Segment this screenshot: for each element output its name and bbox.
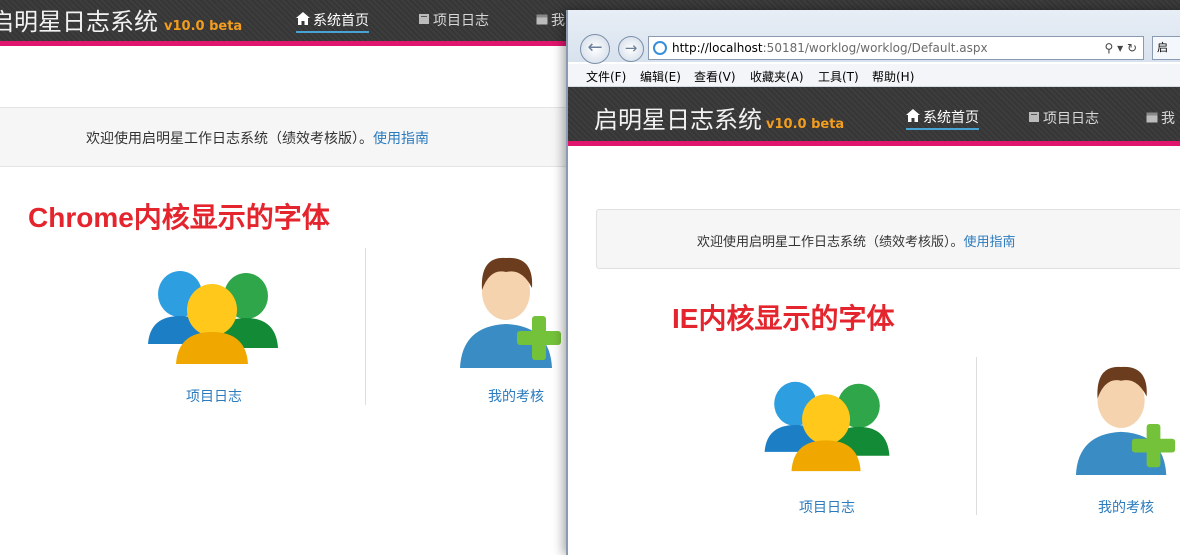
ie-nav-my[interactable]: 我 bbox=[1146, 108, 1175, 128]
tab-label: 启 bbox=[1157, 41, 1168, 54]
welcome-panel: 欢迎使用启明星工作日志系统（绩效考核版）。使用指南 bbox=[0, 107, 580, 167]
ie-welcome-text: 欢迎使用启明星工作日志系统（绩效考核版）。 bbox=[697, 235, 964, 250]
calendar-icon bbox=[536, 13, 548, 29]
menu-edit[interactable]: 编辑(E) bbox=[640, 68, 681, 85]
back-arrow-icon[interactable]: ← bbox=[580, 34, 610, 64]
ie-app-version: v10.0 beta bbox=[766, 117, 845, 132]
address-bar[interactable]: http://localhost:50181/worklog/worklog/D… bbox=[648, 36, 1144, 60]
tile-divider bbox=[365, 248, 366, 405]
ie-tile-project-log[interactable]: 项目日志 bbox=[799, 497, 855, 517]
user-add-icon[interactable] bbox=[456, 252, 568, 378]
tile-project-log[interactable]: 项目日志 bbox=[186, 386, 242, 406]
ie-nav-home[interactable]: 系统首页 bbox=[906, 107, 979, 130]
ie-welcome-panel: 欢迎使用启明星工作日志系统（绩效考核版）。使用指南 bbox=[596, 209, 1180, 269]
nav-project-log[interactable]: 项目日志 bbox=[418, 10, 489, 30]
book-icon bbox=[1028, 111, 1040, 127]
home-icon bbox=[296, 12, 310, 29]
users-group-icon[interactable] bbox=[146, 266, 280, 366]
ie-nav-project-log[interactable]: 项目日志 bbox=[1028, 108, 1099, 128]
url-host: http://localhost bbox=[672, 41, 763, 55]
ie-toolbar: ← → http://localhost:50181/worklog/workl… bbox=[568, 10, 1180, 64]
nav-home-label: 系统首页 bbox=[313, 13, 369, 29]
user-add-icon[interactable] bbox=[1072, 361, 1180, 485]
menu-file[interactable]: 文件(F) bbox=[586, 68, 626, 85]
menu-help[interactable]: 帮助(H) bbox=[872, 68, 914, 85]
book-icon bbox=[418, 13, 430, 29]
calendar-icon bbox=[1146, 111, 1158, 127]
ie-nav-project-log-label: 项目日志 bbox=[1043, 111, 1099, 127]
ie-page-content: 启明星日志系统 v10.0 beta 系统首页 项目日志 我 欢迎使用启明星工作日… bbox=[568, 87, 1180, 555]
ie-tile-my-review[interactable]: 我的考核 bbox=[1098, 497, 1154, 517]
menu-tools[interactable]: 工具(T) bbox=[818, 68, 859, 85]
ie-font-note: IE内核显示的字体 bbox=[672, 303, 895, 334]
chrome-font-note: Chrome内核显示的字体 bbox=[28, 202, 330, 233]
menu-favorites[interactable]: 收藏夹(A) bbox=[750, 68, 804, 85]
nav-home[interactable]: 系统首页 bbox=[296, 10, 369, 33]
ie-welcome-message: 欢迎使用启明星工作日志系统（绩效考核版）。使用指南 bbox=[697, 231, 1016, 250]
tile-my-review[interactable]: 我的考核 bbox=[488, 386, 544, 406]
url-path: :50181/worklog/worklog/Default.aspx bbox=[762, 41, 988, 55]
nav-my-label: 我 bbox=[551, 13, 565, 29]
app-title: 启明星日志系统 bbox=[0, 8, 158, 36]
ie-app-brand[interactable]: 启明星日志系统 v10.0 beta bbox=[594, 100, 844, 135]
ie-guide-link[interactable]: 使用指南 bbox=[964, 235, 1016, 250]
menu-view[interactable]: 查看(V) bbox=[694, 68, 736, 85]
ie-logo-icon bbox=[653, 41, 667, 55]
home-icon bbox=[906, 109, 920, 126]
ie-menubar: 文件(F) 编辑(E) 查看(V) 收藏夹(A) 工具(T) 帮助(H) bbox=[568, 64, 1180, 87]
nav-my[interactable]: 我 bbox=[536, 10, 565, 30]
ie-nav-my-label: 我 bbox=[1161, 111, 1175, 127]
welcome-message: 欢迎使用启明星工作日志系统（绩效考核版）。使用指南 bbox=[86, 128, 429, 148]
ie-top-navbar: 启明星日志系统 v10.0 beta 系统首页 项目日志 我 bbox=[568, 87, 1180, 146]
app-version: v10.0 beta bbox=[164, 19, 243, 34]
nav-project-log-label: 项目日志 bbox=[433, 13, 489, 29]
ie-app-title: 启明星日志系统 bbox=[594, 106, 762, 134]
guide-link[interactable]: 使用指南 bbox=[373, 131, 429, 147]
ie-tile-divider bbox=[976, 357, 977, 515]
welcome-text: 欢迎使用启明星工作日志系统（绩效考核版）。 bbox=[86, 131, 373, 147]
ie-nav-home-label: 系统首页 bbox=[923, 110, 979, 126]
forward-arrow-icon[interactable]: → bbox=[618, 36, 644, 62]
users-group-icon[interactable] bbox=[762, 377, 892, 473]
address-tools[interactable]: ⚲ ▾ ↻ bbox=[1105, 37, 1138, 59]
browser-tab[interactable]: 启 bbox=[1152, 36, 1180, 60]
ie-browser-window: ← → http://localhost:50181/worklog/workl… bbox=[566, 10, 1180, 555]
app-brand[interactable]: 启明星日志系统 v10.0 beta bbox=[0, 2, 242, 37]
